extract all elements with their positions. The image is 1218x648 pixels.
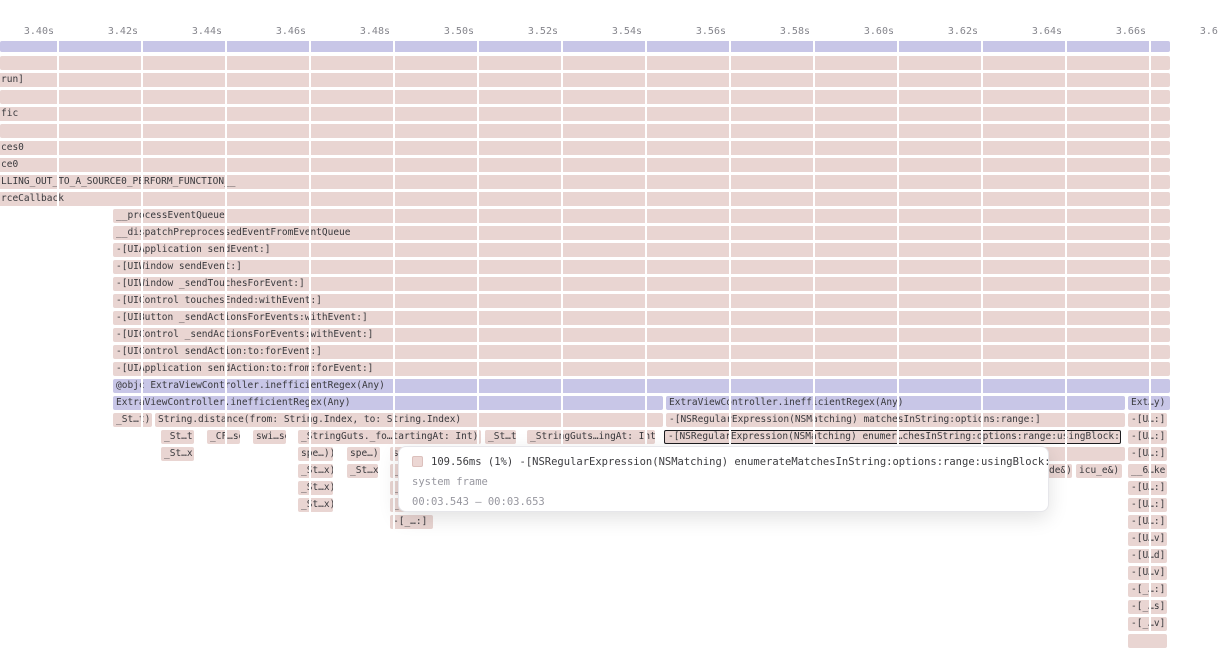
flame-bar[interactable]: -[UIWindow sendEvent:]: [113, 260, 1170, 274]
time-tick-label: 3.66s: [1086, 26, 1146, 38]
time-tick-label: 3.68s: [1170, 26, 1218, 38]
flame-bar[interactable]: -[UIControl touchesEnded:withEvent:]: [113, 294, 1170, 308]
tooltip: 109.56ms (1%) -[NSRegularExpression(NSMa…: [398, 446, 1049, 512]
flame-bar[interactable]: -[U…v]: [1128, 532, 1167, 546]
time-tick-label: 3.56s: [666, 26, 726, 38]
flame-bar[interactable]: -[UIApplication sendEvent:]: [113, 243, 1170, 257]
flame-bar[interactable]: -[UIControl _sendActionsForEvents:withEv…: [113, 328, 1170, 342]
flame-bar[interactable]: __dispatchPreprocessedEventFromEventQueu…: [113, 226, 1170, 240]
tooltip-time-range: 00:03.543 — 00:03.653: [412, 496, 1035, 509]
flame-bar[interactable]: ces0: [0, 141, 1170, 155]
time-gridline: [645, 39, 647, 632]
flame-bar[interactable]: -[UIButton _sendActionsForEvents:withEve…: [113, 311, 1170, 325]
flame-bar[interactable]: [0, 90, 1170, 104]
time-tick-label: 3.42s: [78, 26, 138, 38]
flame-bar[interactable]: spe…)): [347, 447, 380, 461]
flame-bar[interactable]: de&): [1046, 464, 1072, 478]
flame-bar[interactable]: -[U…:]: [1128, 481, 1167, 495]
flame-bar[interactable]: _StringGuts…ingAt: Int): [527, 430, 655, 444]
flame-bar[interactable]: [0, 124, 1170, 138]
flame-bar[interactable]: ExtraViewController.inefficientRegex(Any…: [666, 396, 1125, 410]
time-tick-label: 3.60s: [834, 26, 894, 38]
flame-bar[interactable]: @objc ExtraViewController.inefficientReg…: [113, 379, 1170, 393]
time-tick-label: 3.54s: [582, 26, 642, 38]
flame-bar[interactable]: _CF…se: [207, 430, 240, 444]
flame-bar[interactable]: -[_…v]: [1128, 617, 1167, 631]
flame-bar[interactable]: -[U…:]: [1128, 515, 1167, 529]
time-gridline: [141, 39, 143, 632]
flame-bar[interactable]: -[U…d]: [1128, 549, 1167, 563]
flame-bar[interactable]: _StringGuts._fo…tartingAt: Int): [298, 430, 481, 444]
flame-bar[interactable]: LLING_OUT_TO_A_SOURCE0_PERFORM_FUNCTION_…: [0, 175, 1170, 189]
flame-bar[interactable]: -[UIApplication sendAction:to:from:forEv…: [113, 362, 1170, 376]
time-tick-label: 3.64s: [1002, 26, 1062, 38]
time-gridline: [981, 39, 983, 632]
flame-bar[interactable]: -[U…:]: [1128, 498, 1167, 512]
frame-color-swatch-icon: [412, 456, 423, 467]
flame-bar[interactable]: -[U…:]: [1128, 447, 1167, 461]
flame-bar[interactable]: ExtraViewController.inefficientRegex(Any…: [113, 396, 663, 410]
tooltip-frame-kind: system frame: [412, 476, 1035, 489]
time-gridline: [1065, 39, 1067, 632]
flame-bar[interactable]: _St…x): [298, 481, 333, 495]
flame-bar[interactable]: swi…se: [253, 430, 286, 444]
flame-bar[interactable]: __processEventQueue: [113, 209, 1170, 223]
flame-bar[interactable]: icu_e&): [1076, 464, 1122, 478]
time-gridline: [1149, 39, 1151, 632]
time-gridline: [477, 39, 479, 632]
flame-graph: 3.40s 3.42s 3.44s 3.46s 3.48s 3.50s 3.52s 3.54s…: [0, 0, 1218, 632]
flame-bar[interactable]: ce0: [0, 158, 1170, 172]
flame-bar[interactable]: _St…x): [298, 498, 333, 512]
flame-bar[interactable]: -[NSRegularExpression(NSMatching) matche…: [666, 413, 1125, 427]
flame-bar[interactable]: __6…ke: [1128, 464, 1167, 478]
flame-bar[interactable]: -[U…:]: [1128, 413, 1167, 427]
flame-bar[interactable]: _St…x): [161, 447, 194, 461]
flame-bar[interactable]: run]: [0, 73, 1170, 87]
time-tick-label: 3.50s: [414, 26, 474, 38]
flame-bar[interactable]: -[_…:]: [1128, 583, 1167, 597]
flame-bar[interactable]: _St…t): [161, 430, 194, 444]
flame-bar[interactable]: fic: [0, 107, 1170, 121]
flame-bar[interactable]: _St…x): [298, 464, 333, 478]
flame-bar[interactable]: [0, 41, 1170, 52]
flame-bar[interactable]: _St…x): [347, 464, 378, 478]
time-tick-label: 3.44s: [162, 26, 222, 38]
flame-bar[interactable]: rceCallback: [0, 192, 1170, 206]
time-gridline: [729, 39, 731, 632]
flame-bar[interactable]: -[_…s]: [1128, 600, 1167, 614]
time-tick-label: 3.52s: [498, 26, 558, 38]
flame-bar[interactable]: -[UIWindow _sendTouchesForEvent:]: [113, 277, 1170, 291]
time-gridline: [309, 39, 311, 632]
flame-bar[interactable]: -[U…:]: [1128, 430, 1167, 444]
flame-bar[interactable]: -[_…:]: [390, 515, 433, 529]
tooltip-headline: 109.56ms (1%) -[NSRegularExpression(NSMa…: [431, 456, 1049, 468]
flame-bar[interactable]: [0, 56, 1170, 70]
time-tick-label: 3.46s: [246, 26, 306, 38]
time-gridline: [225, 39, 227, 632]
time-gridline: [57, 39, 59, 632]
time-gridline: [393, 39, 395, 632]
flame-bar[interactable]: -[UIControl sendAction:to:forEvent:]: [113, 345, 1170, 359]
flame-bar[interactable]: String.distance(from: String.Index, to: …: [155, 413, 663, 427]
time-gridline: [813, 39, 815, 632]
flame-bar[interactable]: spe…)): [298, 447, 333, 461]
time-tick-label: 3.62s: [918, 26, 978, 38]
flame-bar[interactable]: _St…t): [485, 430, 516, 444]
time-tick-label: 3.40s: [0, 26, 54, 38]
time-gridline: [897, 39, 899, 632]
flame-bar[interactable]: [1128, 634, 1167, 648]
time-gridline: [561, 39, 563, 632]
time-tick-label: 3.58s: [750, 26, 810, 38]
flame-bar-selected[interactable]: -[NSRegularExpression(NSMatching) enumer…: [664, 430, 1121, 444]
tooltip-headline-row: 109.56ms (1%) -[NSRegularExpression(NSMa…: [412, 456, 1035, 469]
flame-bar[interactable]: _St…t): [113, 413, 152, 427]
flame-bar[interactable]: -[U…v]: [1128, 566, 1167, 580]
time-tick-label: 3.48s: [330, 26, 390, 38]
